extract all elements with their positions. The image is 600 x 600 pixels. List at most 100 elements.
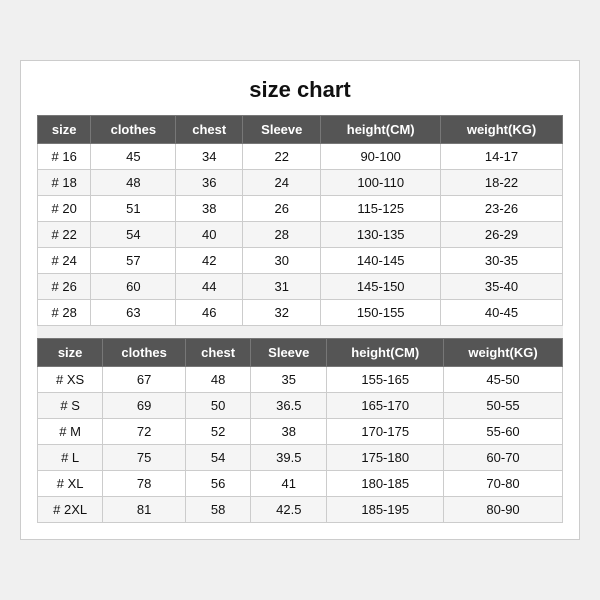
table-cell: 165-170 <box>327 393 444 419</box>
table-row: # XS674835155-16545-50 <box>38 367 563 393</box>
table-cell: 60 <box>91 274 176 300</box>
table-cell: 14-17 <box>441 144 563 170</box>
table-cell: 30 <box>243 248 321 274</box>
header-cell: Sleeve <box>251 339 327 367</box>
table-cell: # 24 <box>38 248 91 274</box>
header-cell: chest <box>176 116 243 144</box>
table-cell: 175-180 <box>327 445 444 471</box>
table-cell: 42.5 <box>251 497 327 523</box>
table-cell: 38 <box>251 419 327 445</box>
table-row: # 22544028130-13526-29 <box>38 222 563 248</box>
table-cell: 46 <box>176 300 243 326</box>
table-cell: 70-80 <box>444 471 563 497</box>
table-cell: 100-110 <box>321 170 441 196</box>
table-cell: 58 <box>185 497 250 523</box>
section-divider <box>37 326 563 338</box>
table-cell: 51 <box>91 196 176 222</box>
table-row: # L755439.5175-18060-70 <box>38 445 563 471</box>
table-cell: 78 <box>103 471 186 497</box>
table-cell: 48 <box>91 170 176 196</box>
table-cell: # 22 <box>38 222 91 248</box>
table-row: # 2XL815842.5185-19580-90 <box>38 497 563 523</box>
table-cell: 28 <box>243 222 321 248</box>
table-cell: 90-100 <box>321 144 441 170</box>
table-cell: 63 <box>91 300 176 326</box>
table-cell: 22 <box>243 144 321 170</box>
table-cell: 56 <box>185 471 250 497</box>
table-cell: 36.5 <box>251 393 327 419</box>
header-cell: size <box>38 339 103 367</box>
table-cell: # M <box>38 419 103 445</box>
header-cell: size <box>38 116 91 144</box>
table-row: # 26604431145-15035-40 <box>38 274 563 300</box>
header-cell: weight(KG) <box>444 339 563 367</box>
table-cell: 36 <box>176 170 243 196</box>
table-cell: 24 <box>243 170 321 196</box>
table-cell: 180-185 <box>327 471 444 497</box>
table-cell: 23-26 <box>441 196 563 222</box>
table-cell: 130-135 <box>321 222 441 248</box>
table-cell: 30-35 <box>441 248 563 274</box>
table-cell: 75 <box>103 445 186 471</box>
table-cell: # XS <box>38 367 103 393</box>
table-cell: 72 <box>103 419 186 445</box>
table-cell: # 28 <box>38 300 91 326</box>
table-cell: 40 <box>176 222 243 248</box>
table-cell: 185-195 <box>327 497 444 523</box>
table-cell: 81 <box>103 497 186 523</box>
table-cell: # L <box>38 445 103 471</box>
header-cell: chest <box>185 339 250 367</box>
table-row: # 18483624100-11018-22 <box>38 170 563 196</box>
table-cell: 155-165 <box>327 367 444 393</box>
table-cell: 145-150 <box>321 274 441 300</box>
table-cell: 26 <box>243 196 321 222</box>
table-cell: 31 <box>243 274 321 300</box>
table-cell: # 2XL <box>38 497 103 523</box>
size-table-2: sizeclotheschestSleeveheight(CM)weight(K… <box>37 338 563 523</box>
table-cell: 67 <box>103 367 186 393</box>
table-row: # M725238170-17555-60 <box>38 419 563 445</box>
header-cell: Sleeve <box>243 116 321 144</box>
table-cell: 35 <box>251 367 327 393</box>
table-cell: 35-40 <box>441 274 563 300</box>
table-row: # S695036.5165-17050-55 <box>38 393 563 419</box>
table-cell: # 26 <box>38 274 91 300</box>
table-cell: 45-50 <box>444 367 563 393</box>
table-cell: 170-175 <box>327 419 444 445</box>
header-cell: height(CM) <box>327 339 444 367</box>
header-cell: clothes <box>91 116 176 144</box>
table-cell: 34 <box>176 144 243 170</box>
table1-header-row: sizeclotheschestSleeveheight(CM)weight(K… <box>38 116 563 144</box>
table-row: # XL785641180-18570-80 <box>38 471 563 497</box>
table-cell: 57 <box>91 248 176 274</box>
table-cell: 69 <box>103 393 186 419</box>
table-cell: # 16 <box>38 144 91 170</box>
table-cell: 52 <box>185 419 250 445</box>
size-table-1: sizeclotheschestSleeveheight(CM)weight(K… <box>37 115 563 326</box>
table-cell: # 18 <box>38 170 91 196</box>
table-cell: 40-45 <box>441 300 563 326</box>
table-cell: 41 <box>251 471 327 497</box>
header-cell: height(CM) <box>321 116 441 144</box>
table-cell: 150-155 <box>321 300 441 326</box>
table-cell: 18-22 <box>441 170 563 196</box>
table-row: # 1645342290-10014-17 <box>38 144 563 170</box>
table-cell: 48 <box>185 367 250 393</box>
page-title: size chart <box>37 77 563 103</box>
table-cell: 140-145 <box>321 248 441 274</box>
header-cell: clothes <box>103 339 186 367</box>
table-cell: 54 <box>91 222 176 248</box>
table-cell: 50 <box>185 393 250 419</box>
table-cell: 38 <box>176 196 243 222</box>
header-cell: weight(KG) <box>441 116 563 144</box>
table-cell: # S <box>38 393 103 419</box>
table-cell: # 20 <box>38 196 91 222</box>
table-row: # 28634632150-15540-45 <box>38 300 563 326</box>
table-cell: 45 <box>91 144 176 170</box>
size-chart-card: size chart sizeclotheschestSleeveheight(… <box>20 60 580 540</box>
table-cell: 115-125 <box>321 196 441 222</box>
table-cell: 50-55 <box>444 393 563 419</box>
table-row: # 24574230140-14530-35 <box>38 248 563 274</box>
table-cell: 60-70 <box>444 445 563 471</box>
table-row: # 20513826115-12523-26 <box>38 196 563 222</box>
